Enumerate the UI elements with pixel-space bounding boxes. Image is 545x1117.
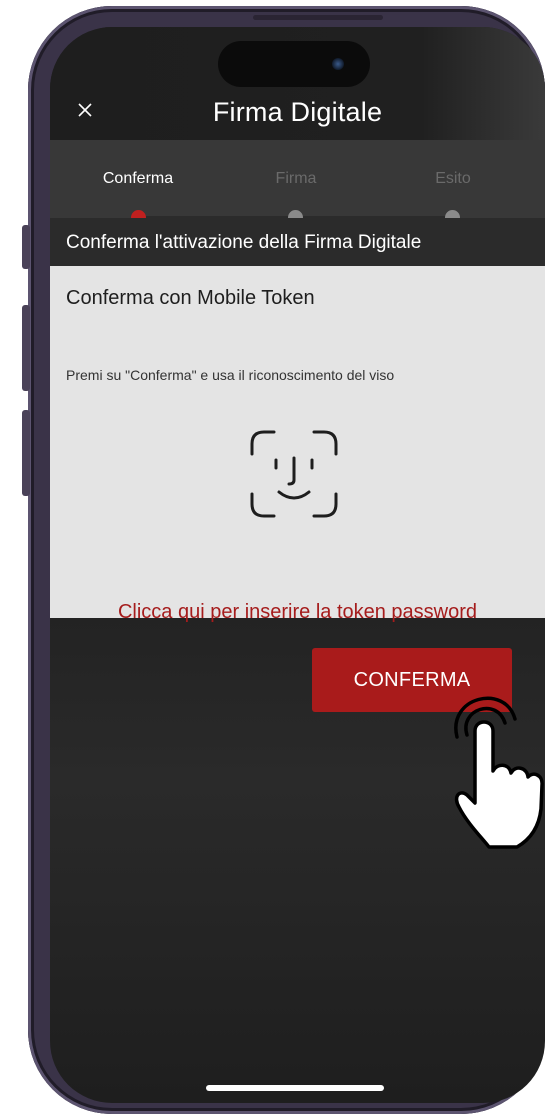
instruction-text: Premi su "Conferma" e usa il riconoscime… [66, 367, 395, 383]
face-id-button[interactable] [248, 428, 340, 520]
page-title: Firma Digitale [212, 97, 383, 127]
dynamic-island [218, 41, 370, 87]
front-camera-icon [332, 58, 344, 70]
phone-speaker [253, 15, 383, 20]
progress-stepper: Conferma Firma Esito [50, 140, 545, 225]
token-password-link[interactable]: Clicca qui per inserire la token passwor… [50, 601, 545, 624]
card-title: Conferma con Mobile Token [66, 287, 315, 309]
pointer-hand-icon [454, 696, 544, 849]
section-header: Conferma l'attivazione della Firma Digit… [50, 218, 545, 266]
home-indicator[interactable] [206, 1085, 384, 1091]
face-id-icon [250, 430, 338, 518]
step-conferma[interactable]: Conferma [78, 170, 198, 188]
phone-mute-switch [22, 225, 30, 269]
step-esito[interactable]: Esito [393, 170, 513, 188]
app-screen: Firma Digitale Conferma Firma Esito Conf… [50, 27, 545, 1103]
mobile-token-card: Conferma con Mobile Token Premi su "Conf… [50, 266, 545, 623]
step-firma[interactable]: Firma [236, 170, 356, 188]
app-header: Firma Digitale [50, 27, 545, 140]
section-subtitle: Conferma l'attivazione della Firma Digit… [66, 232, 422, 253]
phone-volume-down-button [22, 410, 30, 496]
phone-volume-up-button [22, 305, 30, 391]
